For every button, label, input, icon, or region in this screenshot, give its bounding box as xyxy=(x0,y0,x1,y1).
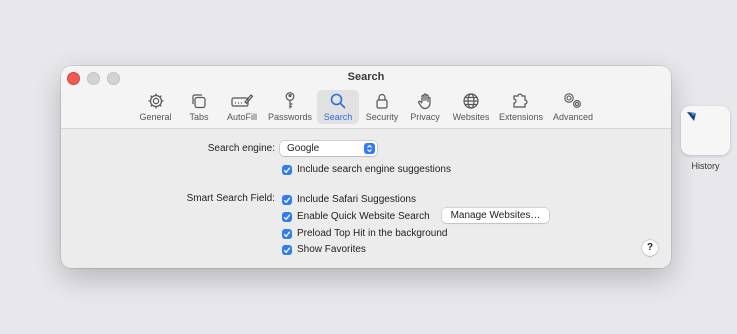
checkmark-icon xyxy=(283,231,291,238)
search-engine-label: Search engine: xyxy=(207,143,275,154)
tab-label: Privacy xyxy=(410,112,440,122)
tab-extensions[interactable]: Extensions xyxy=(498,90,544,124)
safari-suggestions-checkbox[interactable] xyxy=(282,195,292,205)
quick-website-search-label: Enable Quick Website Search xyxy=(297,211,430,222)
preferences-window: Search General Tabs AutoFill Passwords S… xyxy=(61,66,671,268)
magnifier-icon xyxy=(329,90,347,111)
history-widget-label: History xyxy=(691,161,720,171)
gears-icon xyxy=(562,90,584,111)
checkmark-icon xyxy=(283,214,291,221)
window-title: Search xyxy=(347,71,385,83)
checkmark-icon xyxy=(283,247,291,254)
search-engine-select[interactable]: Google xyxy=(280,141,377,156)
search-suggestions-label: Include search engine suggestions xyxy=(297,164,451,175)
tab-general[interactable]: General xyxy=(137,90,174,124)
search-settings-pane: Search engine: Google Include search eng… xyxy=(61,129,671,268)
tab-security[interactable]: Security xyxy=(363,90,401,124)
hand-icon xyxy=(416,90,434,111)
tab-passwords[interactable]: Passwords xyxy=(267,90,313,124)
manage-websites-button[interactable]: Manage Websites… xyxy=(442,208,549,223)
safari-compass-icon xyxy=(687,110,698,121)
globe-icon xyxy=(462,90,480,111)
help-button[interactable]: ? xyxy=(642,240,658,256)
tabs-icon xyxy=(190,90,208,111)
show-favorites-checkbox[interactable] xyxy=(282,245,292,255)
tab-label: Search xyxy=(323,112,353,122)
checkmark-icon xyxy=(283,167,291,174)
quick-website-search-checkbox[interactable] xyxy=(282,212,292,222)
tab-label: Passwords xyxy=(267,112,312,122)
history-widget[interactable] xyxy=(681,106,730,155)
tab-privacy[interactable]: Privacy xyxy=(407,90,443,124)
tab-websites[interactable]: Websites xyxy=(450,90,492,124)
gear-icon xyxy=(147,90,165,111)
tab-label: Advanced xyxy=(552,112,594,122)
tab-label: Websites xyxy=(452,112,490,122)
key-icon xyxy=(281,90,299,111)
safari-suggestions-label: Include Safari Suggestions xyxy=(297,194,416,205)
tab-search[interactable]: Search xyxy=(317,90,359,124)
tab-tabs[interactable]: Tabs xyxy=(185,90,213,124)
tab-advanced[interactable]: Advanced xyxy=(550,90,596,124)
search-suggestions-checkbox[interactable] xyxy=(282,165,292,175)
preload-top-hit-checkbox[interactable] xyxy=(282,229,292,239)
show-favorites-label: Show Favorites xyxy=(297,244,366,255)
tab-label: Security xyxy=(365,112,399,122)
puzzle-icon xyxy=(511,90,531,111)
tab-label: General xyxy=(139,112,172,122)
toolbar: Search General Tabs AutoFill Passwords S… xyxy=(61,66,671,129)
tab-label: Tabs xyxy=(189,112,209,122)
autofill-pencil-icon xyxy=(230,90,254,111)
lock-icon xyxy=(374,90,390,111)
smart-search-field-label: Smart Search Field: xyxy=(186,193,275,204)
chevron-updown-icon xyxy=(364,143,375,154)
preload-top-hit-label: Preload Top Hit in the background xyxy=(297,228,448,239)
search-engine-value: Google xyxy=(287,143,320,154)
tab-label: Extensions xyxy=(498,112,544,122)
checkmark-icon xyxy=(283,197,291,204)
tab-autofill[interactable]: AutoFill xyxy=(223,90,261,124)
tab-label: AutoFill xyxy=(226,112,257,122)
